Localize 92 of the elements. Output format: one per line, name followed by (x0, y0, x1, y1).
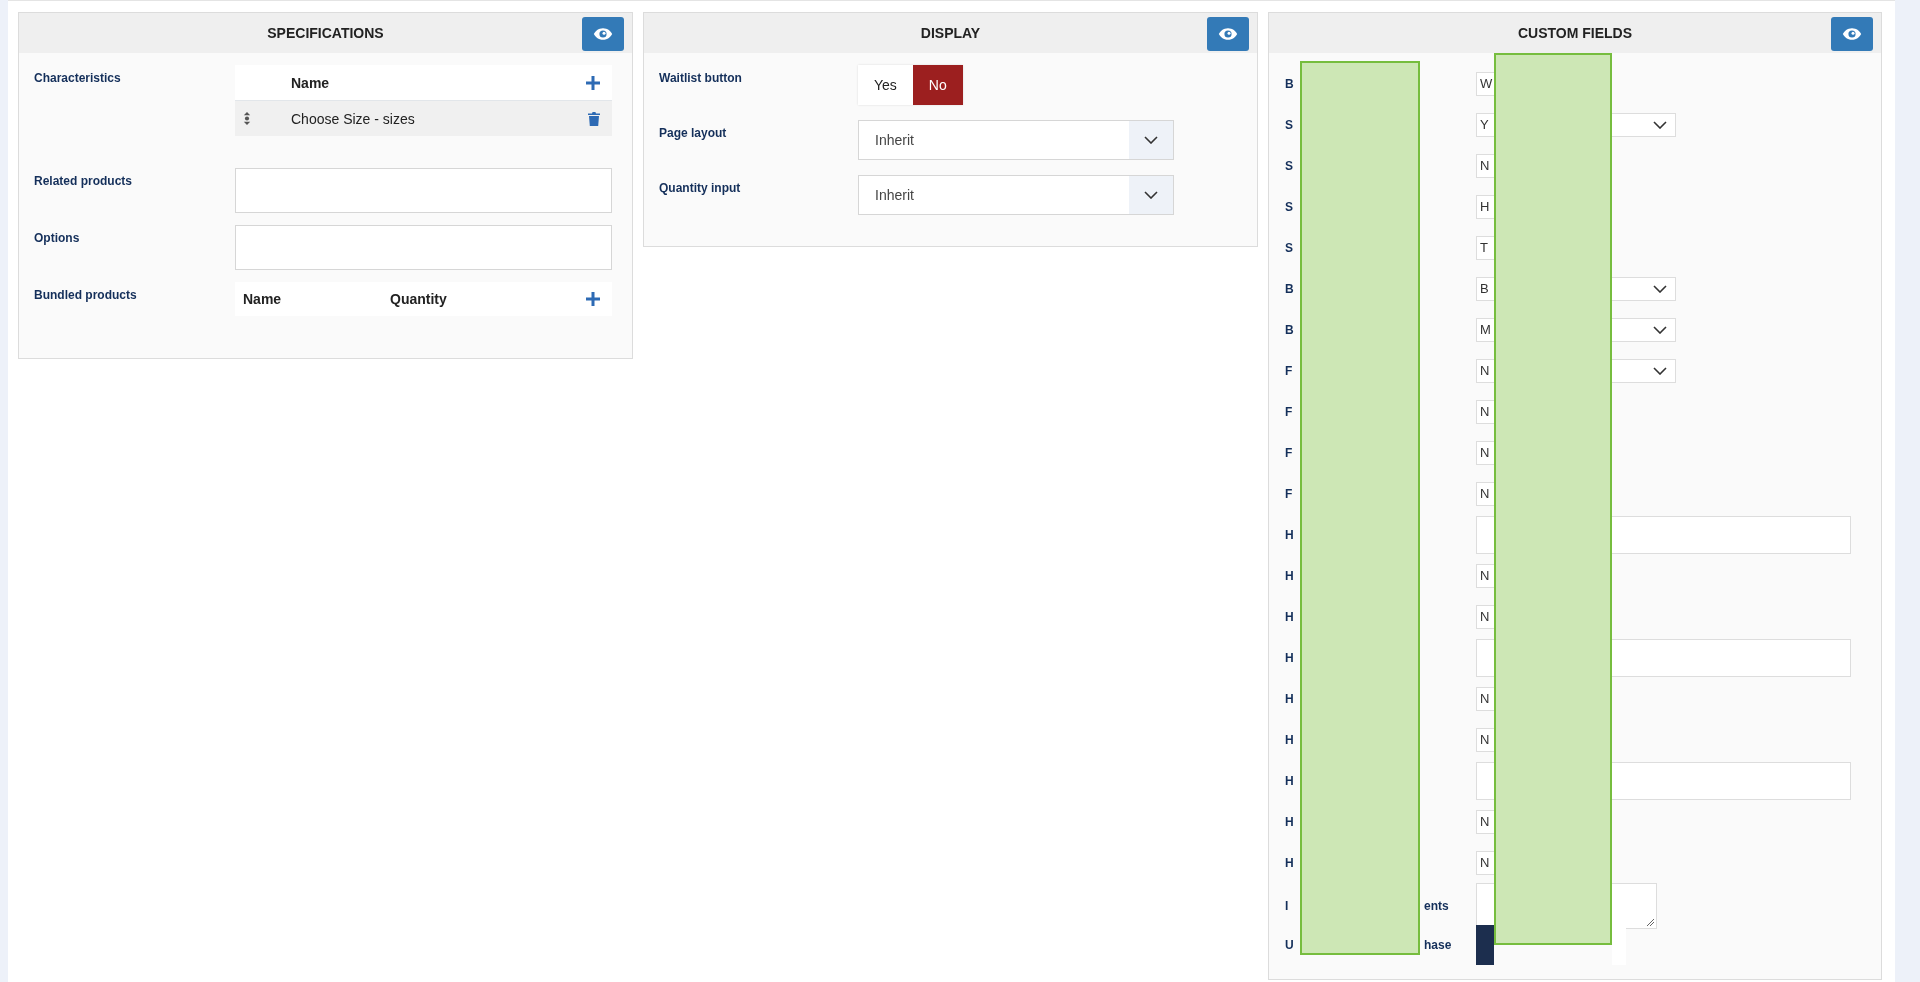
field-label: H (1285, 732, 1295, 747)
eye-icon (593, 27, 613, 41)
field-label: hase (1424, 937, 1453, 952)
field-label: Quantity input (659, 180, 742, 197)
field-label: H (1285, 855, 1295, 870)
input-field[interactable] (235, 225, 612, 270)
field-label: H (1285, 568, 1295, 583)
input-field[interactable]: N (1476, 850, 1494, 875)
input-field[interactable]: H (1476, 194, 1494, 219)
field-label: B (1285, 76, 1295, 91)
field-label: S (1285, 158, 1294, 173)
eye-icon (1842, 27, 1862, 41)
column-header: Quantity (390, 291, 448, 307)
field-label: Options (34, 230, 81, 247)
add-icon[interactable] (586, 292, 600, 306)
dropdown[interactable] (1612, 276, 1676, 301)
dropdown[interactable]: M (1476, 317, 1494, 342)
input-field[interactable]: T (1476, 235, 1494, 260)
field-label: F (1285, 486, 1294, 501)
chevron-down-icon (1653, 366, 1667, 375)
input-field[interactable]: N (1476, 809, 1494, 834)
chevron-down-icon (1653, 120, 1667, 129)
input-field[interactable]: N (1476, 481, 1494, 506)
panel-title: SPECIFICATIONS (267, 25, 384, 41)
toggle-option[interactable]: No (912, 65, 963, 105)
input-field[interactable]: W (1476, 71, 1494, 96)
drag-handle-icon[interactable] (243, 112, 251, 125)
panel-title: CUSTOM FIELDS (1517, 25, 1633, 41)
field-label: H (1285, 527, 1295, 542)
input-field[interactable] (1476, 515, 1494, 554)
input-field[interactable] (235, 168, 612, 213)
field-label: F (1285, 363, 1294, 378)
dropdown[interactable]: Y (1476, 112, 1494, 137)
dropdown[interactable] (1612, 358, 1676, 383)
field-label: H (1285, 650, 1295, 665)
field-label: Characteristics (34, 70, 122, 87)
chevron-down-icon (1144, 136, 1158, 144)
column-header: Name (291, 74, 331, 91)
dropdown-value: Inherit (874, 187, 915, 203)
field-label: F (1285, 404, 1294, 419)
field-label: F (1285, 445, 1294, 460)
field-label: S (1285, 117, 1294, 132)
chevron-down-icon (1653, 325, 1667, 334)
table-row[interactable]: Choose Size - sizes (235, 101, 612, 136)
dropdown[interactable]: Inherit (858, 175, 1174, 215)
dropdown[interactable] (1612, 317, 1676, 342)
input-field[interactable]: N (1476, 727, 1494, 752)
visibility-button[interactable] (582, 17, 624, 51)
field-label: Related products (34, 173, 133, 190)
input-field[interactable]: N (1476, 686, 1494, 711)
input-field[interactable]: N (1476, 153, 1494, 178)
trash-icon[interactable] (588, 111, 600, 126)
field-label: U (1285, 937, 1295, 952)
toggle-option[interactable] (1476, 924, 1494, 965)
field-label: H (1285, 773, 1295, 788)
input-field[interactable]: N (1476, 399, 1494, 424)
chevron-down-icon (1653, 284, 1667, 293)
dropdown[interactable]: N (1476, 358, 1494, 383)
field-label: H (1285, 609, 1295, 624)
input-field[interactable] (1612, 761, 1851, 800)
chevron-down-icon (1144, 191, 1158, 199)
input-field[interactable]: N (1476, 563, 1494, 588)
field-label: S (1285, 199, 1294, 214)
panel-title: DISPLAY (920, 25, 981, 41)
field-label: H (1285, 691, 1295, 706)
dropdown-value: Inherit (874, 132, 915, 148)
table-cell-text: Choose Size - sizes (291, 110, 416, 127)
eye-icon (1218, 27, 1238, 41)
resize-grip-icon (1646, 918, 1654, 926)
dropdown[interactable]: Inherit (858, 120, 1174, 160)
field-label: B (1285, 281, 1295, 296)
input-field[interactable] (1612, 638, 1851, 677)
field-label: Waitlist button (659, 70, 743, 87)
add-icon[interactable] (586, 75, 600, 90)
field-label: B (1285, 322, 1295, 337)
toggle-option[interactable]: Yes (858, 65, 913, 105)
field-label: I (1285, 899, 1290, 913)
column-header: Name (243, 291, 283, 307)
input-field[interactable]: N (1476, 604, 1494, 629)
field-label: Bundled products (34, 287, 138, 304)
field-label: ents (1424, 899, 1450, 913)
field-label: H (1285, 814, 1295, 829)
dropdown[interactable]: B (1476, 276, 1494, 301)
visibility-button[interactable] (1207, 17, 1249, 51)
visibility-button[interactable] (1831, 17, 1873, 51)
field-label: S (1285, 240, 1294, 255)
input-field[interactable] (1476, 761, 1494, 800)
input-field[interactable] (1612, 515, 1851, 554)
input-field[interactable]: N (1476, 440, 1494, 465)
field-label: Page layout (659, 125, 728, 142)
dropdown[interactable] (1612, 112, 1676, 137)
input-field[interactable] (1476, 638, 1494, 677)
